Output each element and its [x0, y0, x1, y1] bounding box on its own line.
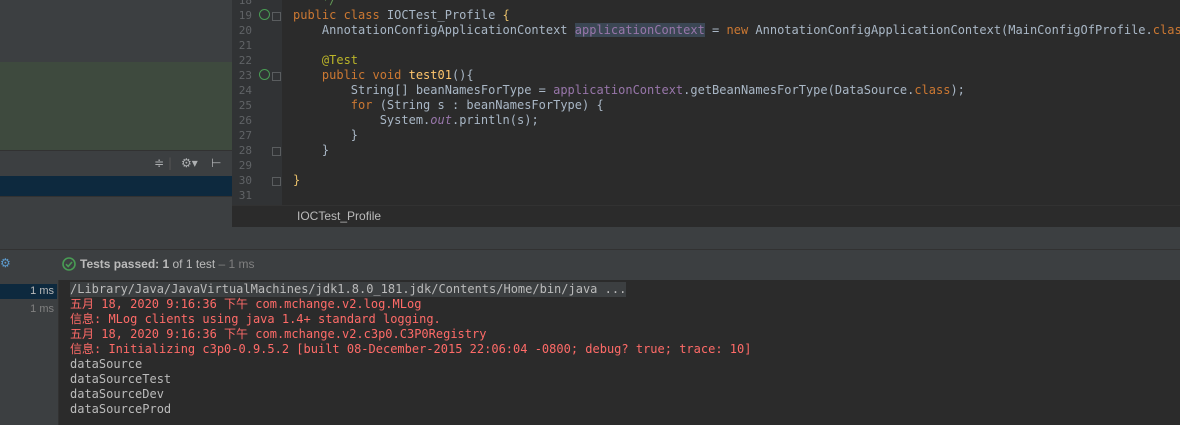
- code-token: String[] beanNamesForType =: [293, 83, 554, 97]
- line-number: 21: [238, 39, 252, 52]
- fold-icon[interactable]: [272, 12, 281, 21]
- line-number: 25: [238, 99, 252, 112]
- code-token: .println(s);: [451, 113, 539, 127]
- code-token: IOCTest_Profile: [386, 8, 503, 22]
- left-panel-bottom: [0, 196, 232, 227]
- code-line: }: [293, 143, 329, 158]
- status-time: – 1 ms: [215, 257, 255, 271]
- code-line: String[] beanNamesForType = applicationC…: [293, 83, 965, 98]
- console-line: dataSourceProd: [70, 402, 172, 416]
- tool-window-gap: [0, 227, 1180, 249]
- code-token: (){: [451, 68, 474, 82]
- code-line: */: [293, 0, 336, 8]
- code-token: );: [950, 83, 965, 97]
- code-line: for (String s : beanNamesForType) {: [293, 98, 604, 113]
- status-of: of 1 test: [169, 257, 216, 271]
- status-prefix: Tests passed:: [80, 257, 163, 271]
- code-token: applicationContext: [574, 23, 705, 37]
- code-token: new: [726, 23, 756, 37]
- selected-row[interactable]: [0, 176, 232, 196]
- test-tree[interactable]: 1 ms 1 ms: [0, 280, 59, 425]
- code-token: }: [293, 173, 301, 187]
- code-token: class: [1152, 23, 1180, 37]
- line-number: 20: [238, 24, 252, 37]
- console-line: 信息: Initializing c3p0-0.9.5.2 [built 08-…: [70, 342, 752, 356]
- fold-icon[interactable]: [272, 147, 281, 156]
- project-panel-highlight: [0, 62, 232, 150]
- code-token: {: [502, 8, 510, 22]
- run-test-icon[interactable]: [259, 9, 270, 20]
- line-number: 18: [238, 0, 252, 7]
- line-number: 19: [238, 9, 252, 22]
- divider: |: [168, 156, 173, 170]
- code-token: class: [914, 83, 951, 97]
- code-token: AnnotationConfigApplicationContext(MainC…: [755, 23, 1153, 37]
- line-number: 29: [238, 159, 252, 172]
- code-token: }: [293, 128, 359, 142]
- breadcrumb-class[interactable]: IOCTest_Profile: [297, 209, 381, 223]
- code-token: =: [704, 23, 727, 37]
- code-line: AnnotationConfigApplicationContext appli…: [293, 23, 1180, 38]
- console-line: dataSourceDev: [70, 387, 164, 401]
- console-line: dataSource: [70, 357, 143, 371]
- console-output[interactable]: /Library/Java/JavaVirtualMachines/jdk1.8…: [59, 280, 1180, 425]
- code-editor[interactable]: */public class IOCTest_Profile { Annotat…: [282, 0, 1180, 205]
- code-token: AnnotationConfigApplicationContext: [293, 23, 575, 37]
- console-line: 五月 18, 2020 9:16:36 下午 com.mchange.v2.lo…: [70, 297, 422, 311]
- line-number: 23: [238, 69, 252, 82]
- console-line: /Library/Java/JavaVirtualMachines/jdk1.8…: [70, 282, 627, 297]
- line-number: 31: [238, 189, 252, 202]
- console-line: dataSourceTest: [70, 372, 172, 386]
- line-number: 26: [238, 114, 252, 127]
- code-token: .getBeanNamesForType(DataSource.: [683, 83, 915, 97]
- fold-icon[interactable]: [272, 177, 281, 186]
- code-token: public void: [293, 68, 409, 82]
- code-token: */: [293, 0, 337, 7]
- run-test-icon[interactable]: [259, 69, 270, 80]
- tree-row-test[interactable]: 1 ms: [0, 302, 57, 317]
- test-status: Tests passed: 1 of 1 test – 1 ms: [80, 257, 255, 271]
- code-token: test01: [408, 68, 452, 82]
- pin-icon[interactable]: ⊢: [211, 156, 221, 170]
- editor-gutter: 18 19 20 21 22 23 24 25 26 27 28 29 30 31: [232, 0, 282, 205]
- code-token: for: [293, 98, 380, 112]
- line-number: 24: [238, 84, 252, 97]
- tree-row-root[interactable]: 1 ms: [0, 284, 57, 299]
- line-number: 28: [238, 144, 252, 157]
- code-token: System.: [293, 113, 431, 127]
- code-token: @Test: [293, 53, 359, 67]
- collapse-icon[interactable]: ≑: [154, 156, 164, 170]
- code-token: }: [293, 143, 330, 157]
- code-line: public class IOCTest_Profile {: [293, 8, 510, 23]
- console-line: 信息: MLog clients using java 1.4+ standar…: [70, 312, 441, 326]
- code-line: }: [293, 173, 300, 188]
- code-token: public class: [293, 8, 387, 22]
- breadcrumb[interactable]: IOCTest_Profile: [232, 205, 1180, 228]
- code-line: @Test: [293, 53, 358, 68]
- left-toolbar: ≑ | ⚙▾ ⊢: [0, 150, 232, 177]
- code-token: (String s : beanNamesForType) {: [379, 98, 604, 112]
- line-number: 22: [238, 54, 252, 67]
- check-circle-icon: [62, 257, 76, 271]
- line-number: 27: [238, 129, 252, 142]
- console-line: 五月 18, 2020 9:16:36 下午 com.mchange.v2.c3…: [70, 327, 487, 341]
- gear-icon[interactable]: ⚙▾: [181, 156, 198, 170]
- run-header: ⚙ Tests passed: 1 of 1 test – 1 ms: [0, 249, 1180, 281]
- code-line: System.out.println(s);: [293, 113, 539, 128]
- code-line: public void test01(){: [293, 68, 474, 83]
- fold-icon[interactable]: [272, 72, 281, 81]
- line-number: 30: [238, 174, 252, 187]
- code-token: applicationContext: [553, 83, 684, 97]
- settings-icon[interactable]: ⚙: [0, 256, 11, 270]
- code-line: }: [293, 128, 358, 143]
- code-token: out: [430, 113, 452, 127]
